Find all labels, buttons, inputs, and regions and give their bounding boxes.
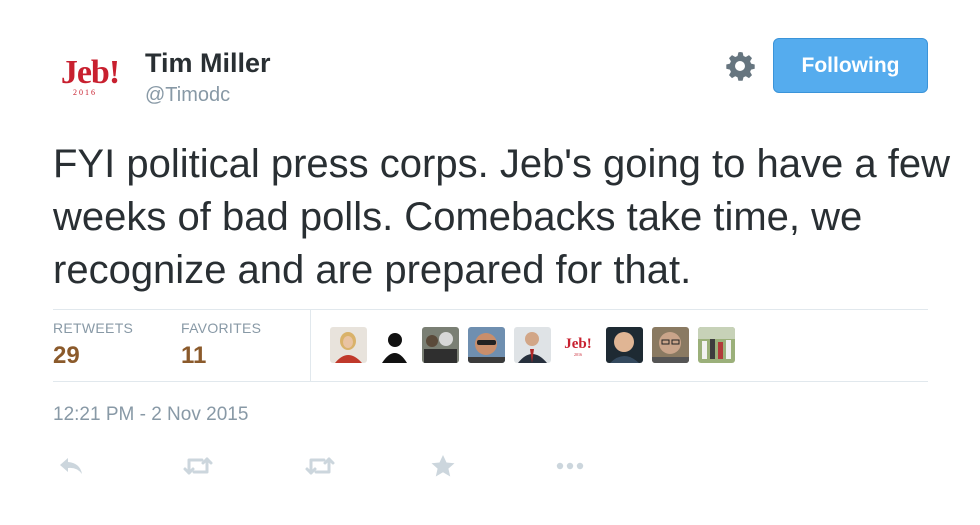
stats-vertical-divider (310, 310, 311, 381)
user-avatar[interactable]: Jeb! 2016 (52, 44, 128, 108)
avatar-jeb-logo[interactable]: Jeb! 2016 (560, 327, 597, 363)
tweet-timestamp[interactable]: 12:21 PM - 2 Nov 2015 (53, 404, 248, 426)
retweet-icon-2[interactable] (304, 454, 336, 483)
mini-jeb-word: Jeb! (564, 336, 592, 352)
favorites-count: 11 (181, 342, 207, 369)
avatar-man-suit[interactable] (514, 327, 551, 363)
retweets-stat[interactable]: RETWEETS 29 (53, 320, 133, 370)
avatar-woman-blonde[interactable] (330, 327, 367, 363)
jeb-logo-year: 2016 (73, 87, 97, 97)
retweets-count: 29 (53, 342, 80, 369)
stats-top-divider (53, 309, 928, 310)
more-dots-icon[interactable] (555, 454, 587, 483)
avatar-man-sunglasses[interactable] (468, 327, 505, 363)
user-name[interactable]: Tim Miller (145, 48, 271, 79)
favorites-stat[interactable]: FAVORITES 11 (181, 320, 261, 370)
gear-icon[interactable] (724, 50, 756, 82)
retweet-icon[interactable] (182, 454, 214, 483)
avatar-group-photo[interactable] (422, 327, 459, 363)
avatar-woman-glasses[interactable] (652, 327, 689, 363)
reply-icon[interactable] (58, 454, 84, 483)
avatar-silhouette[interactable] (376, 327, 413, 363)
favorites-label: FAVORITES (181, 320, 262, 336)
jeb-logo-word: Jeb! (60, 53, 120, 91)
user-handle[interactable]: @Timodc (145, 84, 230, 107)
avatar-man-dark-bg[interactable] (606, 327, 643, 363)
favorite-star-icon[interactable] (430, 454, 456, 483)
mini-jeb-year: 2016 (574, 352, 582, 357)
favoriter-avatars: Jeb! 2016 (330, 327, 735, 363)
following-button[interactable]: Following (773, 38, 928, 93)
tweet-text: FYI political press corps. Jeb's going t… (53, 142, 950, 292)
stats-bottom-divider (53, 381, 928, 382)
avatar-crowd-photo[interactable] (698, 327, 735, 363)
retweets-label: RETWEETS (53, 320, 134, 336)
